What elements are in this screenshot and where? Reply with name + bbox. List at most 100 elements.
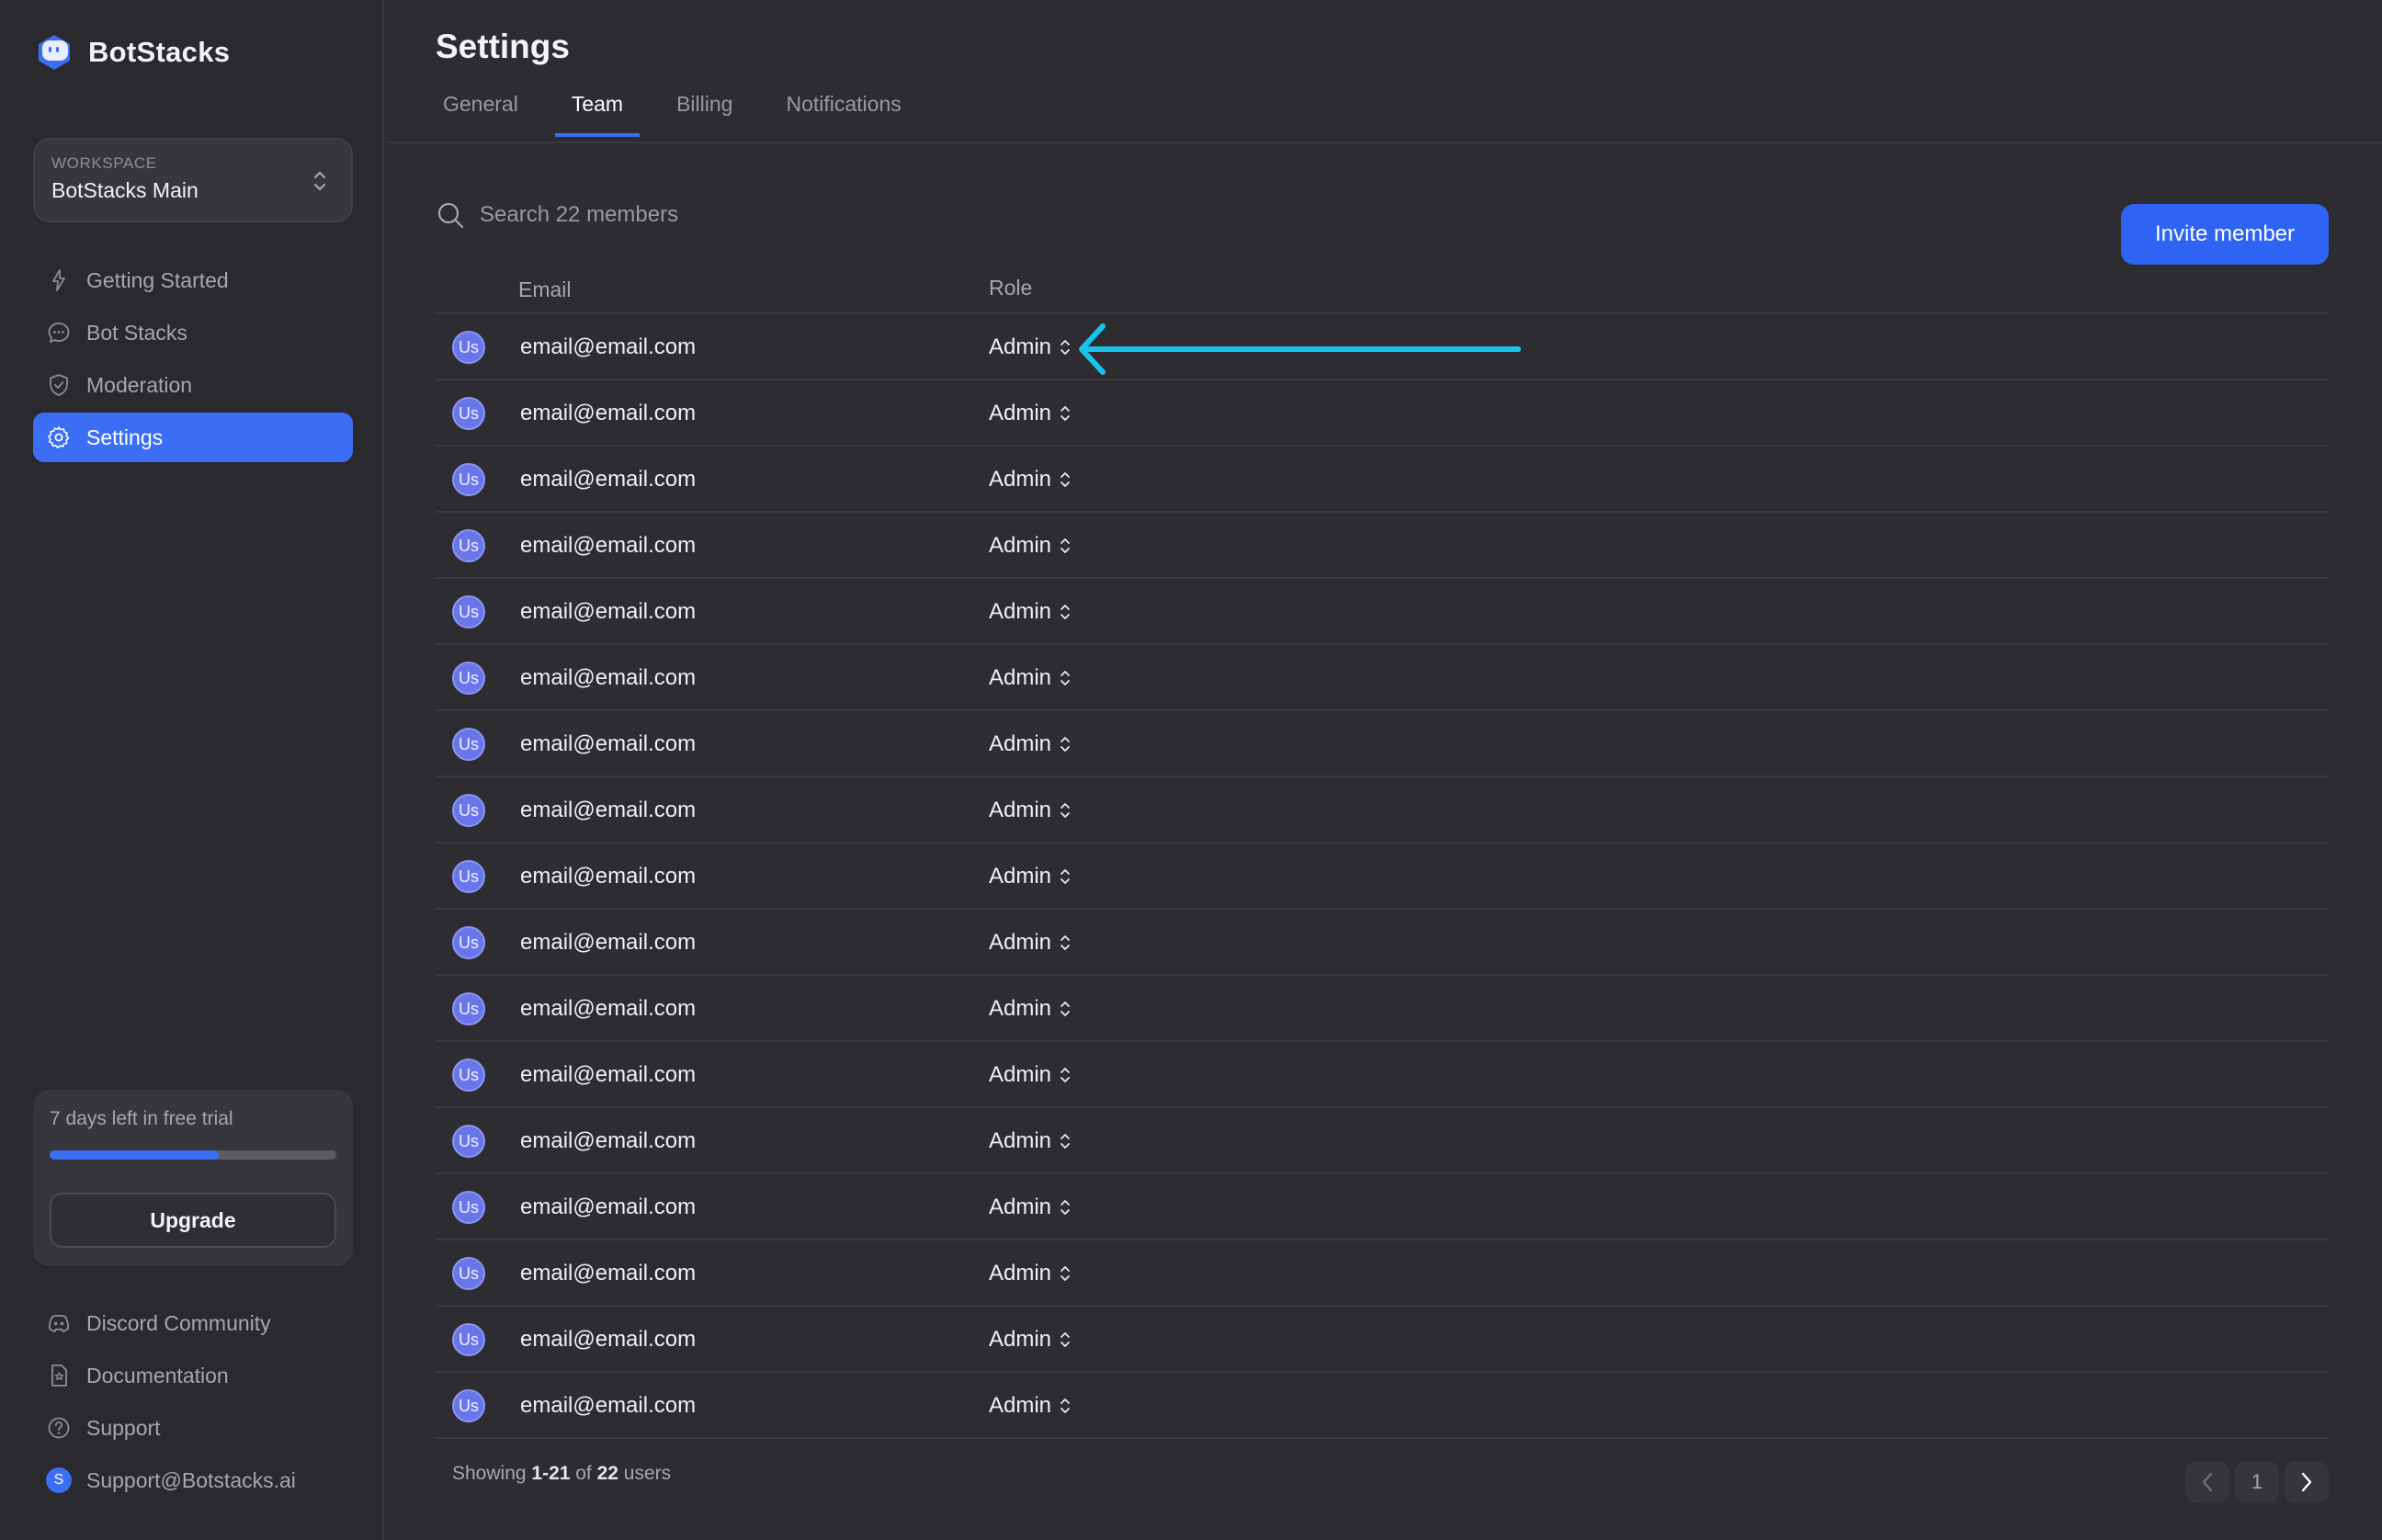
user-avatar: Us bbox=[452, 397, 485, 430]
member-email: email@email.com bbox=[520, 1062, 697, 1087]
nav-item-moderation[interactable]: Moderation bbox=[33, 360, 353, 410]
nav-item-account[interactable]: S Support@Botstacks.ai bbox=[33, 1455, 353, 1505]
nav-item-getting-started[interactable]: Getting Started bbox=[33, 255, 353, 305]
user-avatar: Us bbox=[452, 1323, 485, 1356]
role-select[interactable]: Admin bbox=[989, 996, 1072, 1022]
chat-icon bbox=[48, 323, 70, 344]
table-row: Us email@email.com Admin bbox=[436, 1240, 2329, 1307]
search-input[interactable] bbox=[480, 202, 847, 228]
member-email: email@email.com bbox=[520, 1128, 697, 1153]
nav-item-label: Settings bbox=[86, 425, 164, 449]
role-select[interactable]: Admin bbox=[989, 334, 1072, 360]
role-value: Admin bbox=[989, 1195, 1052, 1219]
user-avatar: Us bbox=[452, 595, 485, 628]
role-select[interactable]: Admin bbox=[989, 665, 1072, 691]
trial-progress-bar bbox=[50, 1150, 336, 1160]
secondary-nav: Discord Community Documentation Support … bbox=[33, 1298, 353, 1508]
page-number-button[interactable]: 1 bbox=[2235, 1461, 2279, 1503]
role-select[interactable]: Admin bbox=[989, 1261, 1072, 1286]
role-value: Admin bbox=[989, 1261, 1052, 1285]
user-avatar: Us bbox=[452, 1125, 485, 1158]
role-value: Admin bbox=[989, 1393, 1052, 1418]
role-value: Admin bbox=[989, 1327, 1052, 1352]
member-email: email@email.com bbox=[520, 467, 697, 492]
role-value: Admin bbox=[989, 334, 1052, 359]
chevron-up-down-icon bbox=[1061, 472, 1070, 487]
app-logo[interactable]: BotStacks bbox=[33, 31, 230, 74]
members-table: Email Role Us email@email.com Admin Us email… bbox=[436, 266, 2329, 1439]
table-row: Us email@email.com Admin bbox=[436, 513, 2329, 579]
nav-item-bot-stacks[interactable]: Bot Stacks bbox=[33, 308, 353, 357]
chevron-up-down-icon bbox=[1061, 869, 1070, 884]
role-select[interactable]: Admin bbox=[989, 864, 1072, 889]
chevron-up-down-icon bbox=[1061, 406, 1070, 421]
nav-item-documentation[interactable]: Documentation bbox=[33, 1351, 353, 1400]
role-select[interactable]: Admin bbox=[989, 1327, 1072, 1353]
invite-member-button[interactable]: Invite member bbox=[2121, 204, 2329, 265]
user-avatar: Us bbox=[452, 794, 485, 827]
tab-billing[interactable]: Billing bbox=[660, 85, 749, 137]
chevron-up-down-icon bbox=[1061, 340, 1070, 355]
workspace-switcher[interactable]: WORKSPACE BotStacks Main bbox=[33, 138, 353, 222]
tab-team[interactable]: Team bbox=[554, 85, 641, 137]
role-select[interactable]: Admin bbox=[989, 467, 1072, 493]
user-avatar: Us bbox=[452, 463, 485, 496]
column-header-role: Role bbox=[989, 276, 1033, 300]
nav-item-label: Moderation bbox=[86, 372, 193, 397]
main-nav: Getting Started Bot Stacks Moderation Se… bbox=[33, 255, 353, 465]
role-select[interactable]: Admin bbox=[989, 1195, 1072, 1220]
role-select[interactable]: Admin bbox=[989, 930, 1072, 956]
workspace-label: WORKSPACE bbox=[51, 154, 157, 172]
nav-item-label: Support bbox=[86, 1415, 161, 1440]
nav-item-support[interactable]: Support bbox=[33, 1403, 353, 1453]
chevron-up-down-icon bbox=[1061, 1398, 1070, 1413]
nav-item-label: Bot Stacks bbox=[86, 320, 187, 345]
member-email: email@email.com bbox=[520, 731, 697, 756]
nav-item-label: Getting Started bbox=[86, 267, 229, 292]
app-name: BotStacks bbox=[88, 36, 231, 68]
pagination: 1 bbox=[2185, 1461, 2329, 1503]
role-value: Admin bbox=[989, 930, 1052, 955]
role-value: Admin bbox=[989, 1128, 1052, 1153]
member-email: email@email.com bbox=[520, 599, 697, 624]
table-row: Us email@email.com Admin bbox=[436, 579, 2329, 645]
gear-icon bbox=[48, 426, 70, 449]
user-avatar: Us bbox=[452, 926, 485, 959]
next-page-button[interactable] bbox=[2285, 1461, 2329, 1503]
member-email: email@email.com bbox=[520, 996, 697, 1021]
nav-item-discord-community[interactable]: Discord Community bbox=[33, 1298, 353, 1348]
chevron-up-down-icon bbox=[1061, 1200, 1070, 1215]
role-select[interactable]: Admin bbox=[989, 798, 1072, 823]
chevron-up-down-icon bbox=[1061, 538, 1070, 553]
upgrade-button[interactable]: Upgrade bbox=[50, 1193, 336, 1248]
role-select[interactable]: Admin bbox=[989, 1128, 1072, 1154]
previous-page-button[interactable] bbox=[2185, 1461, 2229, 1503]
role-select[interactable]: Admin bbox=[989, 401, 1072, 426]
role-select[interactable]: Admin bbox=[989, 599, 1072, 625]
chevron-up-down-icon bbox=[1061, 671, 1070, 685]
nav-item-settings[interactable]: Settings bbox=[33, 413, 353, 462]
sidebar: BotStacks WORKSPACE BotStacks Main Getti… bbox=[0, 0, 384, 1540]
pagination-summary: Showing 1-21 of 22 users bbox=[452, 1463, 672, 1484]
document-icon bbox=[51, 1364, 67, 1387]
member-search bbox=[436, 200, 847, 230]
trial-progress-fill bbox=[50, 1150, 220, 1160]
member-email: email@email.com bbox=[520, 798, 697, 822]
role-select[interactable]: Admin bbox=[989, 1393, 1072, 1419]
role-value: Admin bbox=[989, 599, 1052, 624]
table-row: Us email@email.com Admin bbox=[436, 777, 2329, 844]
chevron-up-down-icon bbox=[313, 171, 326, 191]
free-trial-card: 7 days left in free trial Upgrade bbox=[33, 1090, 353, 1266]
role-select[interactable]: Admin bbox=[989, 533, 1072, 559]
member-email: email@email.com bbox=[520, 1195, 697, 1219]
role-select[interactable]: Admin bbox=[989, 1062, 1072, 1088]
user-avatar: Us bbox=[452, 1059, 485, 1092]
user-avatar: Us bbox=[452, 1389, 485, 1422]
botstacks-logo-icon bbox=[33, 31, 75, 74]
member-email: email@email.com bbox=[520, 665, 697, 690]
tab-notifications[interactable]: Notifications bbox=[769, 85, 917, 137]
user-avatar: Us bbox=[452, 662, 485, 695]
role-select[interactable]: Admin bbox=[989, 731, 1072, 757]
tab-general[interactable]: General bbox=[426, 85, 535, 137]
member-email: email@email.com bbox=[520, 1327, 697, 1352]
